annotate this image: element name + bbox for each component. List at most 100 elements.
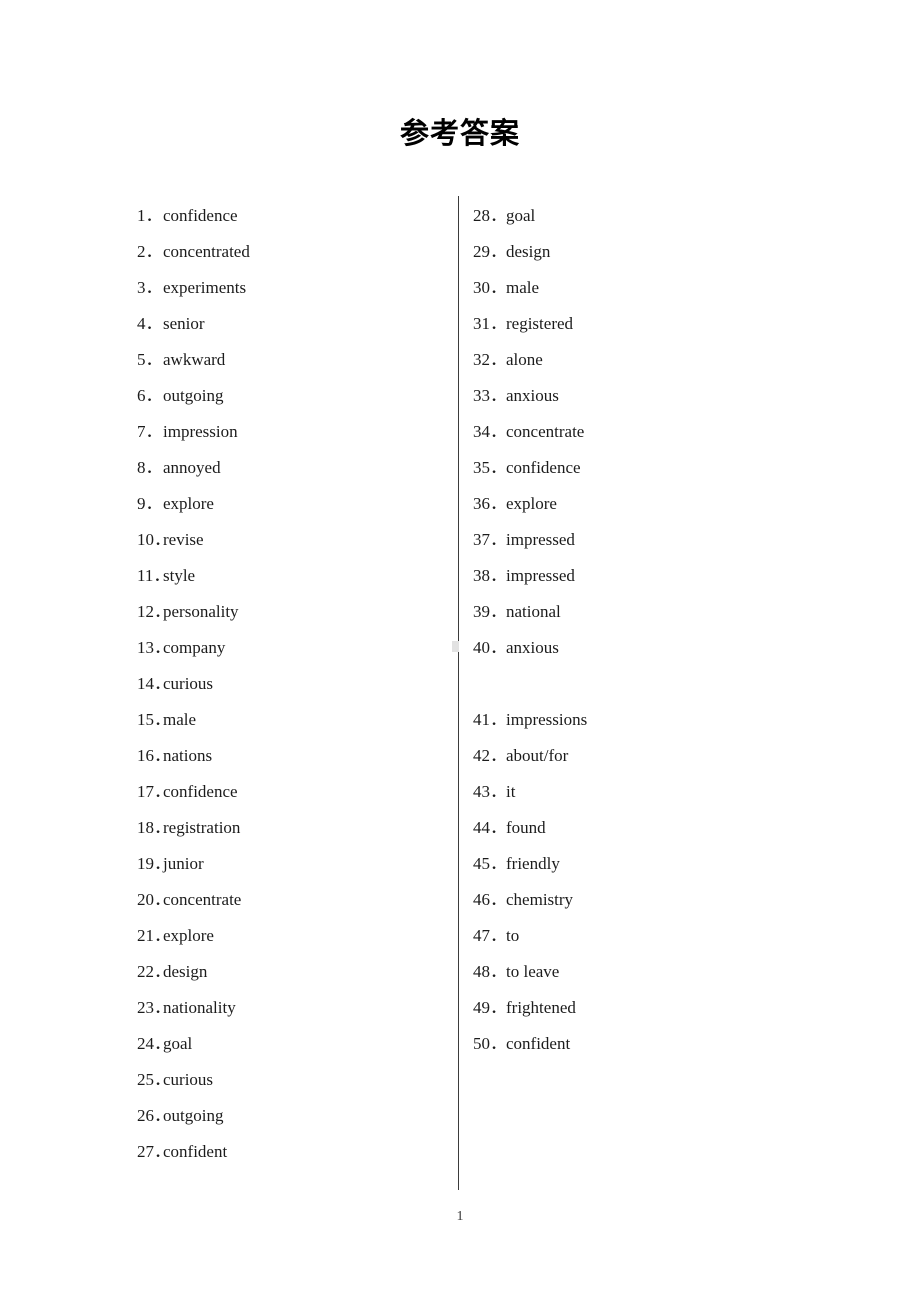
answer-item-number: 22． <box>137 962 171 981</box>
answer-item-number: 39． <box>473 602 507 621</box>
answer-item-number: 25． <box>137 1070 171 1089</box>
answer-item: 40． anxious <box>473 630 793 666</box>
answer-item-number: 46． <box>473 890 507 909</box>
answer-item-number: 19． <box>137 854 171 873</box>
answer-item-text: anxious <box>506 638 559 657</box>
answer-item-number: 45． <box>473 854 507 873</box>
answer-item-number: 1． <box>137 206 163 225</box>
answer-item-text: chemistry <box>506 890 574 909</box>
answer-item: 34． concentrate <box>473 414 793 450</box>
answer-item-number: 33． <box>473 386 507 405</box>
answer-item-text: junior <box>163 854 204 873</box>
answer-item: 23． nationality <box>137 990 437 1026</box>
answer-item-text: curious <box>163 674 214 693</box>
answer-item: 42． about/for <box>473 738 793 774</box>
answer-item: 11． style <box>137 558 437 594</box>
answer-item-text: explore <box>506 494 557 513</box>
answer-item: 30． male <box>473 270 793 306</box>
answer-item: 17． confidence <box>137 774 437 810</box>
answer-item: 32． alone <box>473 342 793 378</box>
answer-column-right: 28． goal 29． design 30． male 31． registered 32． a… <box>473 198 793 1062</box>
answer-item-number: 38． <box>473 566 507 585</box>
answer-item-number: 9． <box>137 494 163 513</box>
answer-item-number: 5． <box>137 350 163 369</box>
answer-item-number: 20． <box>137 890 171 909</box>
answer-item-number: 2． <box>137 242 163 261</box>
answer-item-text: frightened <box>506 998 576 1017</box>
answer-item-number: 23． <box>137 998 171 1017</box>
answer-item: 43． it <box>473 774 793 810</box>
answer-item-text: concentrate <box>163 890 242 909</box>
answer-item-number: 37． <box>473 530 507 549</box>
answer-item: 1． confidence <box>137 198 437 234</box>
answer-item-number: 40． <box>473 638 507 657</box>
answer-item-text: explore <box>163 494 214 513</box>
answer-item-text: awkward <box>163 350 226 369</box>
answer-item-number: 8． <box>137 458 163 477</box>
answer-item: 49． frightened <box>473 990 793 1026</box>
answer-item-text: confidence <box>163 206 238 225</box>
answer-item-text: concentrated <box>163 242 250 261</box>
answer-item-number: 13． <box>137 638 171 657</box>
answer-item-text: confident <box>163 1142 228 1161</box>
answer-item-number: 29． <box>473 242 507 261</box>
answer-item-number: 32． <box>473 350 507 369</box>
answer-item: 14． curious <box>137 666 437 702</box>
answer-item: 12． personality <box>137 594 437 630</box>
answer-item-number: 18． <box>137 818 171 837</box>
answer-item: 9． explore <box>137 486 437 522</box>
answer-item-number: 47． <box>473 926 507 945</box>
answer-item-number: 34． <box>473 422 507 441</box>
answer-item-text: outgoing <box>163 1106 224 1125</box>
answer-item-text: confidence <box>506 458 581 477</box>
answer-item-number: 21． <box>137 926 171 945</box>
answer-item-text: registration <box>163 818 241 837</box>
answer-item-number: 31． <box>473 314 507 333</box>
answers-area: 1． confidence 2． concentrated 3． experiments 4… <box>0 198 920 1188</box>
answer-item: 18． registration <box>137 810 437 846</box>
answer-item: 10． revise <box>137 522 437 558</box>
page-title: 参考答案 <box>399 116 520 150</box>
answer-item: 36． explore <box>473 486 793 522</box>
answer-item-text: it <box>506 782 516 801</box>
answer-item: 39． national <box>473 594 793 630</box>
answer-item: 48． to leave <box>473 954 793 990</box>
answer-item: 31． registered <box>473 306 793 342</box>
answer-item-text: anxious <box>506 386 559 405</box>
answer-item: 5． awkward <box>137 342 437 378</box>
answer-item: 22． design <box>137 954 437 990</box>
answer-item-text: experiments <box>163 278 247 297</box>
answer-item-text: design <box>506 242 551 261</box>
answer-item-number: 30． <box>473 278 507 297</box>
answer-item: 46． chemistry <box>473 882 793 918</box>
answer-item-text: outgoing <box>163 386 224 405</box>
answer-item-number: 4． <box>137 314 163 333</box>
answer-item: 4． senior <box>137 306 437 342</box>
answer-item-number: 48． <box>473 962 507 981</box>
answer-item-text: to <box>506 926 520 945</box>
answer-item-text: revise <box>163 530 204 549</box>
answer-item-number: 35． <box>473 458 507 477</box>
answer-item: 6． outgoing <box>137 378 437 414</box>
answer-item: 29． design <box>473 234 793 270</box>
answer-item-number: 36． <box>473 494 507 513</box>
answer-item: 27． confident <box>137 1134 437 1170</box>
answer-item: 8． annoyed <box>137 450 437 486</box>
answer-item-number: 27． <box>137 1142 171 1161</box>
answer-item: 19． junior <box>137 846 437 882</box>
answer-item-number: 24． <box>137 1034 171 1053</box>
answer-item-text: to leave <box>506 962 560 981</box>
answer-item-text: national <box>506 602 561 621</box>
answer-item: 47． to <box>473 918 793 954</box>
answer-item-number: 26． <box>137 1106 171 1125</box>
answer-item: 50． confident <box>473 1026 793 1062</box>
answer-item-number: 12． <box>137 602 171 621</box>
answer-item-text: impressed <box>506 530 575 549</box>
answer-item-text: confidence <box>163 782 238 801</box>
answer-item-text: explore <box>163 926 214 945</box>
answer-item-text: impressions <box>506 710 588 729</box>
answer-item: 21． explore <box>137 918 437 954</box>
answer-item: 26． outgoing <box>137 1098 437 1134</box>
answer-column-left: 1． confidence 2． concentrated 3． experiments 4… <box>137 198 437 1170</box>
answer-item-text: male <box>506 278 540 297</box>
